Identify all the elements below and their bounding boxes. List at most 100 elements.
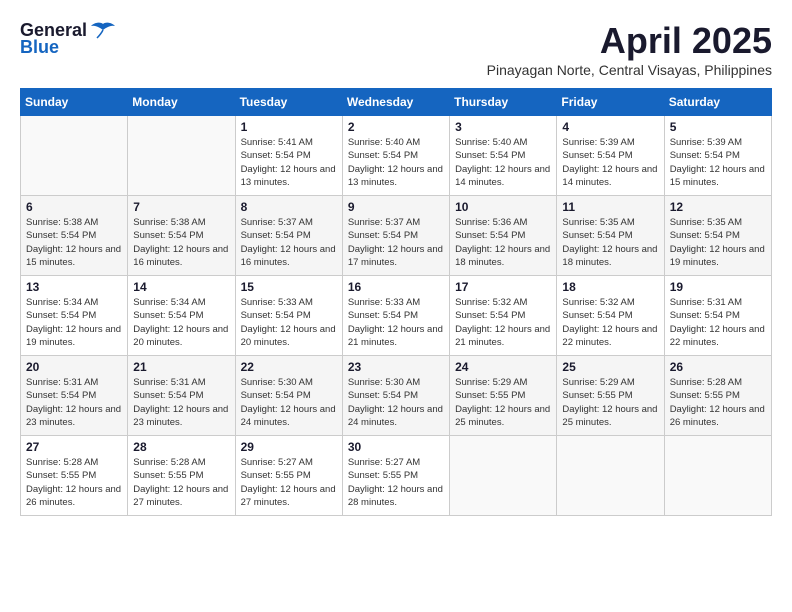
cell-info: Sunrise: 5:31 AMSunset: 5:54 PMDaylight:… (670, 296, 766, 349)
calendar-cell: 10 Sunrise: 5:36 AMSunset: 5:54 PMDayligh… (450, 196, 557, 276)
calendar-cell: 5 Sunrise: 5:39 AMSunset: 5:54 PMDaylight… (664, 116, 771, 196)
cell-info: Sunrise: 5:35 AMSunset: 5:54 PMDaylight:… (670, 216, 766, 269)
calendar-cell: 14Sunrise: 5:34 AMSunset: 5:54 PMDayligh… (128, 276, 235, 356)
cell-info: Sunrise: 5:29 AMSunset: 5:55 PMDaylight:… (455, 376, 551, 429)
calendar-cell (128, 116, 235, 196)
calendar-cell (664, 436, 771, 516)
day-number: 30 (348, 440, 444, 454)
calendar-cell: 18 Sunrise: 5:32 AMSunset: 5:54 PMDayligh… (557, 276, 664, 356)
cell-info: Sunrise: 5:28 AMSunset: 5:55 PMDaylight:… (133, 456, 229, 509)
calendar-week-row: 20 Sunrise: 5:31 AMSunset: 5:54 PMDayligh… (21, 356, 772, 436)
day-number: 12 (670, 200, 766, 214)
calendar-header-saturday: Saturday (664, 89, 771, 116)
cell-info: Sunrise: 5:33 AMSunset: 5:54 PMDaylight:… (348, 296, 444, 349)
day-number: 23 (348, 360, 444, 374)
cell-info: Sunrise: 5:27 AMSunset: 5:55 PMDaylight:… (241, 456, 337, 509)
cell-info: Sunrise: 5:37 AMSunset: 5:54 PMDaylight:… (241, 216, 337, 269)
calendar-cell: 21 Sunrise: 5:31 AMSunset: 5:54 PMDayligh… (128, 356, 235, 436)
calendar-cell: 23 Sunrise: 5:30 AMSunset: 5:54 PMDayligh… (342, 356, 449, 436)
cell-info: Sunrise: 5:30 AMSunset: 5:54 PMDaylight:… (348, 376, 444, 429)
day-number: 27 (26, 440, 122, 454)
cell-info: Sunrise: 5:27 AMSunset: 5:55 PMDaylight:… (348, 456, 444, 509)
calendar-header-thursday: Thursday (450, 89, 557, 116)
logo-blue: Blue (20, 37, 59, 58)
calendar-cell: 27 Sunrise: 5:28 AMSunset: 5:55 PMDayligh… (21, 436, 128, 516)
day-number: 17 (455, 280, 551, 294)
day-number: 5 (670, 120, 766, 134)
calendar-cell: 22 Sunrise: 5:30 AMSunset: 5:54 PMDayligh… (235, 356, 342, 436)
title-section: April 2025 Pinayagan Norte, Central Visa… (487, 20, 772, 78)
calendar-cell: 6 Sunrise: 5:38 AMSunset: 5:54 PMDaylight… (21, 196, 128, 276)
calendar-cell: 2 Sunrise: 5:40 AMSunset: 5:54 PMDaylight… (342, 116, 449, 196)
day-number: 20 (26, 360, 122, 374)
calendar-cell: 25Sunrise: 5:29 AMSunset: 5:55 PMDayligh… (557, 356, 664, 436)
calendar-cell: 7 Sunrise: 5:38 AMSunset: 5:54 PMDaylight… (128, 196, 235, 276)
calendar-cell: 15 Sunrise: 5:33 AMSunset: 5:54 PMDayligh… (235, 276, 342, 356)
day-number: 2 (348, 120, 444, 134)
cell-info: Sunrise: 5:38 AMSunset: 5:54 PMDaylight:… (133, 216, 229, 269)
day-number: 24 (455, 360, 551, 374)
location-subtitle: Pinayagan Norte, Central Visayas, Philip… (487, 62, 772, 78)
calendar-cell (450, 436, 557, 516)
calendar-cell: 24 Sunrise: 5:29 AMSunset: 5:55 PMDayligh… (450, 356, 557, 436)
calendar-header-monday: Monday (128, 89, 235, 116)
logo: General Blue (20, 20, 117, 58)
cell-info: Sunrise: 5:33 AMSunset: 5:54 PMDaylight:… (241, 296, 337, 349)
day-number: 18 (562, 280, 658, 294)
cell-info: Sunrise: 5:32 AMSunset: 5:54 PMDaylight:… (455, 296, 551, 349)
day-number: 21 (133, 360, 229, 374)
calendar-header-row: SundayMondayTuesdayWednesdayThursdayFrid… (21, 89, 772, 116)
calendar-cell: 29 Sunrise: 5:27 AMSunset: 5:55 PMDayligh… (235, 436, 342, 516)
cell-info: Sunrise: 5:32 AMSunset: 5:54 PMDaylight:… (562, 296, 658, 349)
day-number: 6 (26, 200, 122, 214)
cell-info: Sunrise: 5:34 AMSunset: 5:54 PMDaylight:… (26, 296, 122, 349)
calendar-table: SundayMondayTuesdayWednesdayThursdayFrid… (20, 88, 772, 516)
calendar-header-wednesday: Wednesday (342, 89, 449, 116)
day-number: 22 (241, 360, 337, 374)
calendar-header-friday: Friday (557, 89, 664, 116)
calendar-cell: 20 Sunrise: 5:31 AMSunset: 5:54 PMDayligh… (21, 356, 128, 436)
calendar-cell: 26Sunrise: 5:28 AMSunset: 5:55 PMDayligh… (664, 356, 771, 436)
calendar-week-row: 13 Sunrise: 5:34 AMSunset: 5:54 PMDayligh… (21, 276, 772, 356)
cell-info: Sunrise: 5:36 AMSunset: 5:54 PMDaylight:… (455, 216, 551, 269)
calendar-cell: 1Sunrise: 5:41 AMSunset: 5:54 PMDaylight… (235, 116, 342, 196)
calendar-cell: 17 Sunrise: 5:32 AMSunset: 5:54 PMDayligh… (450, 276, 557, 356)
cell-info: Sunrise: 5:34 AMSunset: 5:54 PMDaylight:… (133, 296, 229, 349)
calendar-cell: 13 Sunrise: 5:34 AMSunset: 5:54 PMDayligh… (21, 276, 128, 356)
calendar-week-row: 6 Sunrise: 5:38 AMSunset: 5:54 PMDaylight… (21, 196, 772, 276)
cell-info: Sunrise: 5:37 AMSunset: 5:54 PMDaylight:… (348, 216, 444, 269)
cell-info: Sunrise: 5:35 AMSunset: 5:54 PMDaylight:… (562, 216, 658, 269)
cell-info: Sunrise: 5:30 AMSunset: 5:54 PMDaylight:… (241, 376, 337, 429)
cell-info: Sunrise: 5:31 AMSunset: 5:54 PMDaylight:… (133, 376, 229, 429)
day-number: 29 (241, 440, 337, 454)
cell-info: Sunrise: 5:39 AMSunset: 5:54 PMDaylight:… (670, 136, 766, 189)
calendar-cell: 12 Sunrise: 5:35 AMSunset: 5:54 PMDayligh… (664, 196, 771, 276)
cell-info: Sunrise: 5:39 AMSunset: 5:54 PMDaylight:… (562, 136, 658, 189)
day-number: 10 (455, 200, 551, 214)
day-number: 3 (455, 120, 551, 134)
calendar-cell: 8 Sunrise: 5:37 AMSunset: 5:54 PMDaylight… (235, 196, 342, 276)
calendar-week-row: 27 Sunrise: 5:28 AMSunset: 5:55 PMDayligh… (21, 436, 772, 516)
day-number: 7 (133, 200, 229, 214)
day-number: 16 (348, 280, 444, 294)
day-number: 26 (670, 360, 766, 374)
cell-info: Sunrise: 5:40 AMSunset: 5:54 PMDaylight:… (348, 136, 444, 189)
cell-info: Sunrise: 5:38 AMSunset: 5:54 PMDaylight:… (26, 216, 122, 269)
calendar-header-sunday: Sunday (21, 89, 128, 116)
day-number: 15 (241, 280, 337, 294)
calendar-cell: 11 Sunrise: 5:35 AMSunset: 5:54 PMDayligh… (557, 196, 664, 276)
cell-info: Sunrise: 5:28 AMSunset: 5:55 PMDaylight:… (26, 456, 122, 509)
calendar-cell: 30 Sunrise: 5:27 AMSunset: 5:55 PMDayligh… (342, 436, 449, 516)
day-number: 8 (241, 200, 337, 214)
day-number: 13 (26, 280, 122, 294)
logo-bird-icon (89, 22, 117, 40)
day-number: 11 (562, 200, 658, 214)
day-number: 9 (348, 200, 444, 214)
calendar-cell: 16 Sunrise: 5:33 AMSunset: 5:54 PMDayligh… (342, 276, 449, 356)
day-number: 25 (562, 360, 658, 374)
page-header: General Blue April 2025 Pinayagan Norte,… (20, 20, 772, 78)
day-number: 19 (670, 280, 766, 294)
calendar-header-tuesday: Tuesday (235, 89, 342, 116)
cell-info: Sunrise: 5:31 AMSunset: 5:54 PMDaylight:… (26, 376, 122, 429)
calendar-cell (557, 436, 664, 516)
